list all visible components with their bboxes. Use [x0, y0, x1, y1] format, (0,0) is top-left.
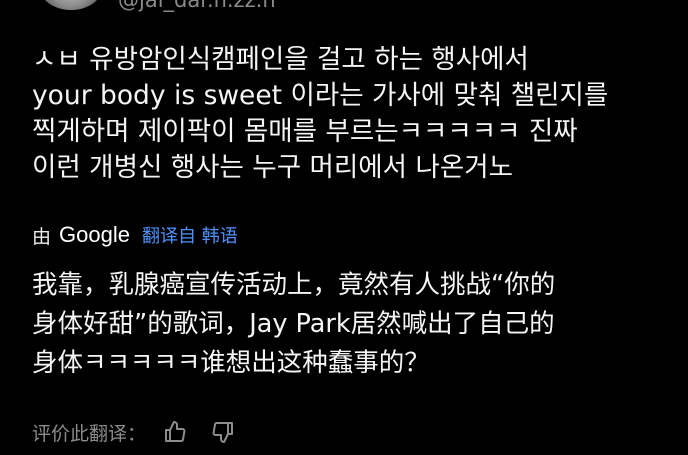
translated-text: 我靠，乳腺癌宣传活动上，竟然有人挑战“你的 身体好甜”的歌词，Jay Park居…	[32, 266, 672, 383]
translated-by-label: 由	[32, 225, 52, 248]
translation-line: 身体好甜”的歌词，Jay Park居然喊出了自己的	[32, 309, 555, 339]
avatar[interactable]	[40, 0, 102, 10]
translation-line: 我靠，乳腺癌宣传活动上，竟然有人挑战“你的	[32, 270, 556, 300]
translation-rating: 评价此翻译：	[32, 417, 258, 447]
username[interactable]: @jai_dar.n.zz.n	[118, 0, 276, 12]
post-line: 찍게하며 제이팍이 몸매를 부르는ㅋㅋㅋㅋㅋ 진짜	[32, 116, 578, 147]
translation-line: 身体ㅋㅋㅋㅋㅋ谁想出这种蠢事的？	[32, 348, 430, 378]
post-header: @jai_dar.n.zz.n	[0, 0, 688, 14]
post-line: 이런 개병신 행사는 누구 머리에서 나온거노	[32, 152, 513, 183]
google-logo: Google	[59, 222, 130, 247]
thumbs-up-icon[interactable]	[162, 419, 188, 445]
source-language-link[interactable]: 翻译自 韩语	[142, 222, 238, 248]
translation-attribution: 由 Google 翻译自 韩语	[32, 219, 238, 251]
post-line: ㅅㅂ 유방암인식캠페인을 걸고 하는 행사에서	[32, 44, 529, 75]
rate-translation-label: 评价此翻译：	[32, 422, 147, 445]
post-line: your body is sweet 이라는 가사에 맞춰 챌린지를	[32, 80, 609, 111]
post-text: ㅅㅂ 유방암인식캠페인을 걸고 하는 행사에서 your body is swe…	[32, 42, 672, 186]
thumbs-down-icon[interactable]	[210, 419, 236, 445]
